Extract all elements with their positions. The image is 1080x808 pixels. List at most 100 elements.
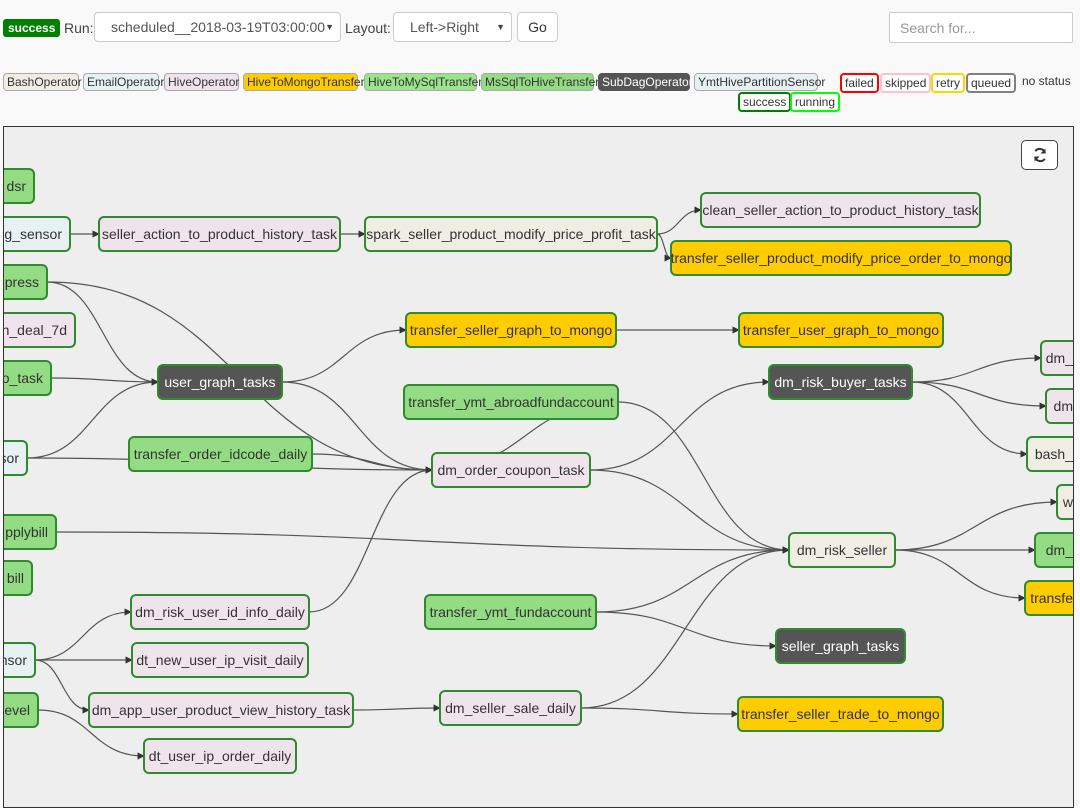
legend-status-skipped: skipped <box>880 73 932 93</box>
legend-operator-mssqltohivetransfer: MsSqlToHiveTransfer <box>481 73 599 91</box>
edge-n28-n23 <box>595 546 790 613</box>
task-node[interactable]: seller_action_to_product_history_task <box>98 216 341 252</box>
task-node[interactable]: dm_app_user_product_view_history_task <box>88 692 354 728</box>
refresh-button[interactable] <box>1021 140 1058 170</box>
edge-n14-n23 <box>617 401 790 554</box>
legend-operator-subdagoperator: SubDagOperator <box>598 73 693 91</box>
task-node[interactable]: dt_new_user_ip_visit_daily <box>131 642 309 678</box>
legend-status-failed: failed <box>840 73 879 93</box>
task-node-label: nsor <box>4 652 27 668</box>
task-node[interactable]: seller_graph_tasks <box>775 628 906 664</box>
run-select-value: scheduled__2018-03-19T03:00:00 <box>111 19 326 35</box>
edge-n30-n33 <box>34 659 90 714</box>
task-node-label: dm <box>1054 398 1073 414</box>
go-button[interactable]: Go <box>517 12 558 42</box>
edge-n19-n23 <box>589 469 790 554</box>
dag-run-state-badge: success <box>3 19 61 37</box>
task-node-label: transfer_user_graph_to_mongo <box>743 322 939 338</box>
task-node[interactable]: transfer_seller_trade_to_mongo <box>737 696 944 732</box>
task-node[interactable]: n_deal_7d <box>4 312 76 348</box>
task-node-label: dm_risk_seller <box>797 542 888 558</box>
legend-status-queued: queued <box>966 73 1017 93</box>
edge-n12-n9 <box>281 326 407 383</box>
task-node[interactable]: dt_user_ip_order_daily <box>143 738 297 774</box>
task-node-label: seller_action_to_product_history_task <box>102 226 338 242</box>
task-node[interactable]: transfer_user_graph_to_mongo <box>738 312 944 348</box>
search-input[interactable] <box>889 12 1073 43</box>
task-node[interactable]: dm <box>1045 388 1073 424</box>
task-node[interactable]: dsr <box>4 168 35 204</box>
legend-operator-ymthivepartitionsensor: YmtHivePartitionSensor <box>694 73 825 91</box>
task-node[interactable]: o_task <box>4 360 52 396</box>
edge-n23-n26 <box>894 549 1026 602</box>
task-node-label: dm_app_user_product_view_history_task <box>92 702 351 718</box>
task-node[interactable]: spark_seller_product_modify_price_profit… <box>364 216 658 252</box>
task-node-label: transfer_seller_graph_to_mongo <box>410 322 613 338</box>
task-node[interactable]: dm_seller_sale_daily <box>439 690 582 726</box>
run-label: Run: <box>64 20 94 36</box>
task-node-label: transfe <box>1030 590 1073 606</box>
task-node[interactable]: dm_risk_buyer_tasks <box>768 364 913 400</box>
layout-select[interactable]: Left->Right ▼ <box>393 12 512 42</box>
task-node-label: bash_ <box>1035 446 1073 462</box>
run-select[interactable]: scheduled__2018-03-19T03:00:00 ▼ <box>94 12 341 42</box>
task-node[interactable]: dm_risk_user_id_info_daily <box>130 594 310 630</box>
edge-n28-n29 <box>595 611 777 650</box>
edge-n13-n20 <box>911 381 1028 458</box>
task-node[interactable]: dm_ <box>1040 340 1073 376</box>
legend-operator-hiveoperator: HiveOperator <box>164 73 239 91</box>
task-node-label: sor <box>4 450 19 466</box>
legend-operator-bashoperator: BashOperator <box>3 73 82 91</box>
task-node[interactable]: press <box>4 264 48 300</box>
task-node[interactable]: transfer_seller_product_modify_price_ord… <box>670 240 1012 276</box>
legend-operator-emailoperator: EmailOperator <box>83 73 164 91</box>
edge-n13-n15 <box>911 354 1042 383</box>
task-node[interactable]: dm_ <box>1034 532 1073 568</box>
task-node[interactable]: transfer_ymt_fundaccount <box>424 594 597 630</box>
legend-status-success: success <box>738 92 792 112</box>
task-node-label: transfer_seller_trade_to_mongo <box>741 706 940 722</box>
task-node-label: dm_risk_user_id_info_daily <box>135 604 305 620</box>
task-node-label: o_task <box>4 370 44 386</box>
task-node[interactable]: transfer_ymt_abroadfundaccount <box>403 384 619 420</box>
edge-n34-n35 <box>580 707 739 718</box>
task-node-label: dm_order_coupon_task <box>437 462 585 478</box>
task-node[interactable]: bash_ <box>1026 436 1073 472</box>
task-node[interactable]: dm_risk_seller <box>788 532 896 568</box>
task-node-label: pplybill <box>5 524 48 540</box>
task-node[interactable]: bill <box>4 560 33 596</box>
task-node[interactable]: transfer_seller_graph_to_mongo <box>405 312 617 348</box>
task-node-label: w <box>1062 494 1073 510</box>
task-node-label: g_sensor <box>4 226 62 242</box>
task-node[interactable]: clean_seller_action_to_product_history_t… <box>700 192 981 228</box>
task-node-label: evel <box>4 702 30 718</box>
edge-n30-n27 <box>34 608 132 661</box>
edge-n4-n6 <box>656 233 672 262</box>
task-node-label: transfer_ymt_abroadfundaccount <box>408 394 614 410</box>
edge-n22-n23 <box>55 531 790 554</box>
task-node[interactable]: w <box>1056 484 1073 520</box>
task-node[interactable]: transfer_order_idcode_daily <box>128 436 313 472</box>
task-node[interactable]: user_graph_tasks <box>157 364 283 400</box>
refresh-icon <box>1034 147 1046 163</box>
dag-graph[interactable]: dsr g_sensor seller_action_to_product_hist… <box>4 127 1073 807</box>
task-node[interactable]: g_sensor <box>4 216 71 252</box>
chevron-down-icon: ▼ <box>325 22 334 32</box>
task-node[interactable]: dm_order_coupon_task <box>431 452 591 488</box>
task-node-label: dt_new_user_ip_visit_daily <box>136 652 303 668</box>
legend-status-retry: retry <box>931 73 965 93</box>
task-node-label: n_deal_7d <box>4 322 67 338</box>
task-node[interactable]: pplybill <box>4 514 57 550</box>
layout-select-value: Left->Right <box>410 19 479 35</box>
task-node[interactable]: nsor <box>4 642 36 678</box>
task-node[interactable]: sor <box>4 440 28 476</box>
graph-panel[interactable]: dsr g_sensor seller_action_to_product_hist… <box>3 126 1074 808</box>
edge-n4-n5 <box>656 206 702 235</box>
task-node-label: transfer_seller_product_modify_price_ord… <box>671 250 1012 266</box>
task-node-label: seller_graph_tasks <box>782 638 900 654</box>
legend-operator-hivetomysqltransfer: HiveToMySqlTransfer <box>364 73 482 91</box>
task-node-label: user_graph_tasks <box>164 374 275 390</box>
task-node-label: clean_seller_action_to_product_history_t… <box>702 202 979 218</box>
task-node[interactable]: evel <box>4 692 39 728</box>
task-node[interactable]: transfe <box>1024 580 1073 616</box>
